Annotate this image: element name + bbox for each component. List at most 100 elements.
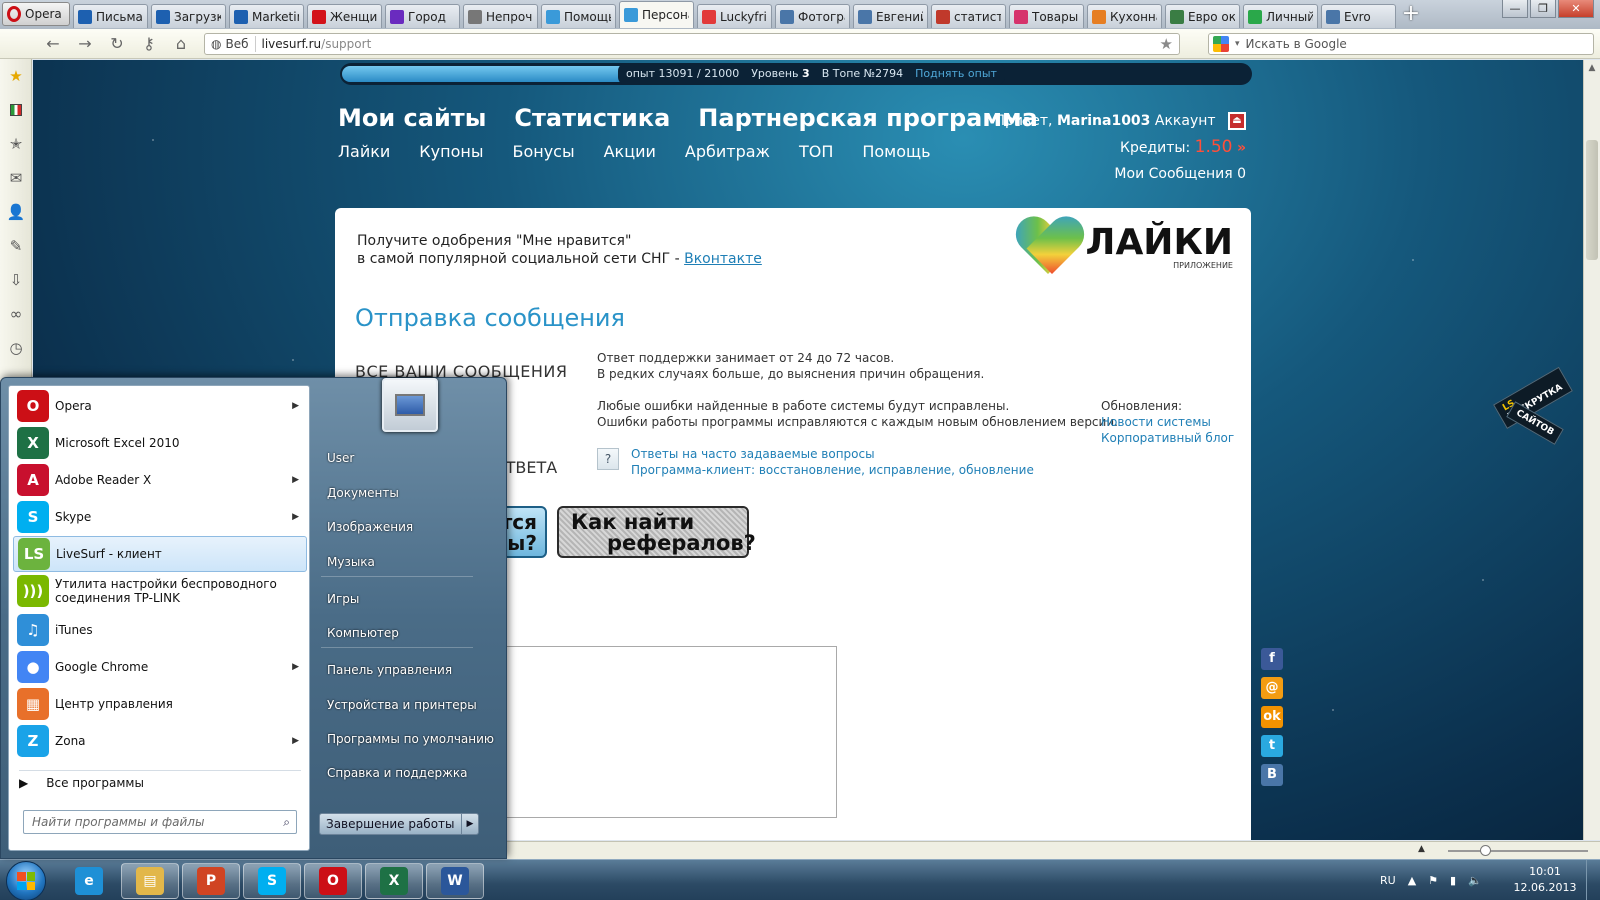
start-place-item[interactable]: Справка и поддержка — [327, 766, 468, 780]
browser-tab[interactable]: Marketing — [229, 4, 304, 28]
start-program-item[interactable]: ● Google Chrome ▶ — [13, 649, 307, 685]
username[interactable]: Marina1003 — [1057, 113, 1150, 129]
network-signal-icon[interactable]: ▮ — [1450, 874, 1456, 887]
history-icon[interactable]: ◷ — [0, 331, 32, 365]
start-program-item[interactable]: Z Zona ▶ — [13, 723, 307, 759]
action-center-flag-icon[interactable]: ⚑ — [1428, 874, 1438, 887]
downloads-icon[interactable]: ⇩ — [0, 263, 32, 297]
start-program-item[interactable]: A Adobe Reader X ▶ — [13, 462, 307, 498]
odnoklassniki-icon[interactable]: ok — [1261, 706, 1283, 728]
back-button[interactable]: ← — [44, 34, 62, 53]
forward-button[interactable]: → — [76, 34, 94, 53]
minimize-button[interactable]: — — [1502, 0, 1528, 18]
bookmark-star-icon[interactable]: ★ — [1160, 35, 1173, 53]
start-program-item[interactable]: ▦ Центр управления — [13, 686, 307, 722]
browser-tab[interactable]: Товары — [1009, 4, 1084, 28]
zoom-up-icon[interactable]: ▲ — [1418, 844, 1425, 854]
start-button[interactable] — [6, 861, 46, 900]
clock[interactable]: 10:01 12.06.2013 — [1508, 864, 1582, 896]
subnav-likes[interactable]: Лайки — [338, 142, 390, 161]
raskrutka-badge[interactable]: LS РАСКРУТКА САЙТОВ — [1493, 366, 1573, 445]
tray-expand-icon[interactable]: ▲ — [1408, 874, 1416, 887]
submenu-arrow-icon[interactable]: ▶ — [292, 475, 299, 485]
shutdown-button[interactable]: Завершение работы ▶ — [319, 813, 480, 835]
scroll-up-arrow[interactable]: ▲ — [1584, 60, 1600, 77]
volume-icon[interactable]: 🔈 — [1468, 874, 1482, 887]
maximize-button[interactable]: ❐ — [1530, 0, 1556, 18]
mail-ru-icon[interactable]: @ — [1261, 677, 1283, 699]
twitter-icon[interactable]: t — [1261, 735, 1283, 757]
browser-tab[interactable]: Город — [385, 4, 460, 28]
system-news-link[interactable]: Новости системы — [1101, 414, 1234, 430]
home-button[interactable]: ⌂ — [172, 34, 190, 53]
facebook-icon[interactable]: f — [1261, 648, 1283, 670]
account-link[interactable]: Аккаунт — [1155, 113, 1216, 129]
start-program-item[interactable]: ♫ iTunes — [13, 612, 307, 648]
start-place-item[interactable]: Программы по умолчанию — [327, 732, 494, 746]
links-icon[interactable]: ∞ — [0, 297, 32, 331]
taskbar-app-button[interactable]: e — [60, 863, 118, 899]
start-program-item[interactable]: O Opera ▶ — [13, 388, 307, 424]
scroll-thumb[interactable] — [1586, 140, 1598, 260]
taskbar-app-button[interactable]: O — [304, 863, 362, 899]
start-place-item[interactable]: Игры — [327, 592, 359, 606]
subnav-help[interactable]: Помощь — [862, 142, 930, 161]
browser-tab[interactable]: Личный кабинет — [1243, 4, 1318, 28]
submenu-arrow-icon[interactable]: ▶ — [292, 736, 299, 746]
reload-button[interactable]: ↻ — [108, 34, 126, 53]
search-input[interactable]: ▾ Искать в Google — [1208, 33, 1594, 55]
browser-tab[interactable]: Евро окна — [1165, 4, 1240, 28]
start-place-item[interactable]: Панель управления — [327, 663, 452, 677]
all-programs-button[interactable]: ▶ Все программы — [19, 776, 144, 790]
browser-tab[interactable]: Непрочитанные — [463, 4, 538, 28]
start-place-item[interactable]: Компьютер — [327, 626, 399, 640]
start-place-item[interactable]: Музыка — [327, 555, 375, 569]
subnav-top[interactable]: ТОП — [799, 142, 833, 161]
browser-tab[interactable]: Помощь — [541, 4, 616, 28]
url-input[interactable]: ◍ Веб livesurf.ru/support ★ — [204, 33, 1180, 55]
browser-tab[interactable]: Кухонная — [1087, 4, 1162, 28]
browser-tab[interactable]: Загрузки — [151, 4, 226, 28]
start-program-item[interactable]: X Microsoft Excel 2010 — [13, 425, 307, 461]
new-tab-button[interactable]: + — [1400, 3, 1422, 26]
vkontakte-link[interactable]: Вконтакте — [684, 251, 762, 267]
browser-tab[interactable]: Евгений — [853, 4, 928, 28]
zoom-slider-knob[interactable] — [1480, 845, 1491, 856]
browser-tab[interactable]: Evro — [1321, 4, 1396, 28]
mail-icon[interactable]: ✉ — [0, 161, 32, 195]
browser-tab[interactable]: Женщина — [307, 4, 382, 28]
start-place-item[interactable]: Изображения — [327, 520, 413, 534]
search-icon[interactable]: ⌕ — [283, 811, 290, 833]
find-referrals-button[interactable]: Как найти рефералов? — [557, 506, 756, 558]
message-textarea[interactable] — [495, 646, 837, 818]
my-messages-link[interactable]: Мои Сообщения 0 — [995, 161, 1246, 187]
user-picture[interactable] — [382, 378, 438, 432]
page-scrollbar[interactable]: ▲ — [1583, 60, 1600, 840]
submenu-arrow-icon[interactable]: ▶ — [292, 662, 299, 672]
security-mode[interactable]: ◍ Веб — [211, 36, 256, 52]
taskbar-app-button[interactable]: W — [426, 863, 484, 899]
logout-icon[interactable]: ⏏ — [1228, 112, 1246, 130]
start-program-item[interactable]: LS LiveSurf - клиент — [13, 536, 307, 572]
speed-dial-icon[interactable] — [0, 93, 32, 127]
show-desktop-button[interactable] — [1586, 860, 1600, 900]
start-program-item[interactable]: S Skype ▶ — [13, 499, 307, 535]
client-program-link[interactable]: Программа-клиент: восстановление, исправ… — [631, 462, 1034, 478]
browser-tab[interactable]: Письма — [73, 4, 148, 28]
zoom-slider[interactable] — [1448, 850, 1588, 852]
raise-experience-link[interactable]: Поднять опыт — [915, 63, 997, 85]
taskbar-app-button[interactable]: S — [243, 863, 301, 899]
corporate-blog-link[interactable]: Корпоративный блог — [1101, 430, 1234, 446]
notes-icon[interactable]: ✎ — [0, 229, 32, 263]
nav-statistics[interactable]: Статистика — [514, 104, 670, 132]
start-place-item[interactable]: Документы — [327, 486, 399, 500]
vk-icon[interactable]: B — [1261, 764, 1283, 786]
submenu-arrow-icon[interactable]: ▶ — [292, 512, 299, 522]
subnav-bonuses[interactable]: Бонусы — [512, 142, 574, 161]
chevron-right-icon[interactable]: » — [1237, 140, 1246, 156]
browser-tab[interactable]: Фотографии — [775, 4, 850, 28]
shutdown-options-arrow[interactable]: ▶ — [460, 814, 479, 834]
contacts-icon[interactable]: 👤 — [0, 195, 32, 229]
likes-logo[interactable]: ЛАЙКИ ПРИЛОЖЕНИЕ — [1016, 218, 1233, 276]
opera-menu-button[interactable]: Opera — [2, 2, 70, 26]
